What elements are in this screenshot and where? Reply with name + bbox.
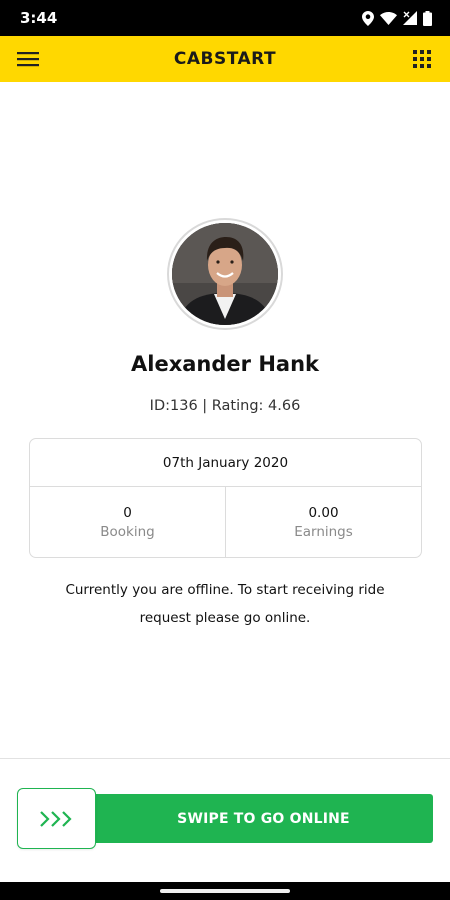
location-icon: [362, 10, 374, 26]
stats-row: 0 Booking 0.00 Earnings: [30, 487, 421, 558]
avatar-photo-icon: [172, 223, 278, 325]
earnings-amount: 0.00: [308, 505, 339, 521]
avatar: [172, 223, 278, 325]
booking-stat[interactable]: 0 Booking: [30, 487, 225, 558]
driver-home-screen: 3:44 CABSTART Alexander Hank ID:136 | Ra…: [0, 0, 450, 900]
hamburger-menu-icon: [17, 52, 39, 67]
earnings-stat[interactable]: 0.00 Earnings: [225, 487, 421, 558]
stats-date: 07th January 2020: [30, 439, 421, 487]
booking-count: 0: [123, 505, 132, 521]
offline-message: Currently you are offline. To start rece…: [65, 582, 385, 626]
driver-id-rating: ID:136 | Rating: 4.66: [149, 398, 301, 414]
triple-chevron-right-icon: [39, 810, 72, 827]
bottom-divider: [0, 758, 450, 759]
app-title: CABSTART: [173, 49, 277, 69]
signal-icon: [403, 11, 417, 25]
grid-apps-icon: [413, 50, 431, 68]
earnings-label: Earnings: [294, 524, 353, 540]
menu-button[interactable]: [12, 44, 44, 74]
stats-card: 07th January 2020 0 Booking 0.00 Earning…: [29, 438, 422, 558]
swipe-handle[interactable]: [17, 788, 96, 849]
home-gesture-pill[interactable]: [160, 889, 290, 893]
wifi-icon: [380, 11, 397, 25]
battery-icon: [423, 10, 432, 26]
status-bar: 3:44: [0, 0, 450, 36]
profile-avatar[interactable]: [164, 218, 286, 330]
status-icons: [362, 10, 432, 26]
swipe-label: SWIPE TO GO ONLINE: [177, 810, 350, 827]
status-time: 3:44: [20, 9, 58, 27]
driver-name: Alexander Hank: [131, 352, 319, 376]
avatar-ring: [167, 218, 283, 330]
system-nav-bar: [0, 882, 450, 900]
app-bar: CABSTART: [0, 36, 450, 82]
booking-label: Booking: [100, 524, 155, 540]
apps-grid-button[interactable]: [406, 44, 438, 74]
